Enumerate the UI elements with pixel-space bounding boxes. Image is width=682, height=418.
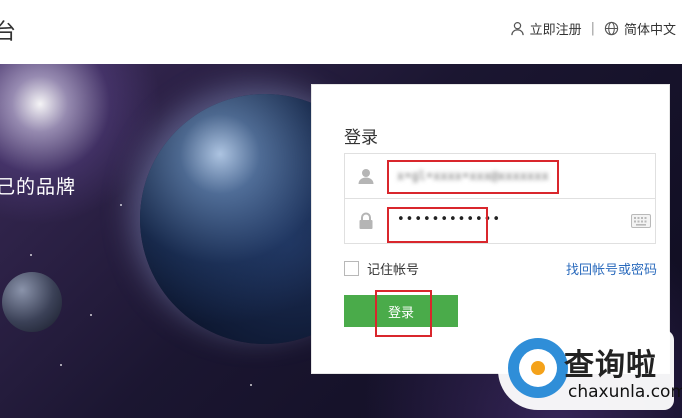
highlight-password: [387, 207, 488, 243]
separator: |: [590, 21, 595, 36]
highlight-login-button: [375, 290, 432, 337]
user-icon: [510, 21, 524, 36]
keyboard-icon[interactable]: [631, 213, 651, 232]
moon-illustration: [2, 272, 62, 332]
register-label: 立即注册: [529, 23, 582, 38]
highlight-username: [387, 160, 559, 194]
register-link[interactable]: 立即注册: [510, 19, 582, 38]
language-label: 简体中文: [623, 23, 676, 38]
hero-slogan: 己的品牌: [0, 176, 77, 198]
language-selector[interactable]: 简体中文: [604, 19, 676, 38]
watermark: 查询啦 chaxunla.com: [498, 330, 682, 410]
top-bar: 台 立即注册 | 简体中文: [0, 0, 682, 64]
remember-account[interactable]: 记住帐号: [344, 259, 419, 278]
globe-icon: [604, 21, 619, 36]
person-icon: [345, 154, 387, 198]
watermark-cn: 查询啦: [564, 348, 657, 383]
search-logo-icon: [508, 338, 568, 398]
forgot-link[interactable]: 找回帐号或密码: [566, 259, 657, 278]
remember-label: 记住帐号: [367, 263, 420, 278]
brand-logo-text: 台: [0, 20, 17, 45]
remember-checkbox[interactable]: [344, 261, 359, 276]
login-title: 登录: [344, 128, 378, 148]
top-links: 立即注册 | 简体中文: [510, 19, 676, 38]
lock-icon: [345, 199, 387, 243]
watermark-en: chaxunla.com: [568, 382, 682, 402]
